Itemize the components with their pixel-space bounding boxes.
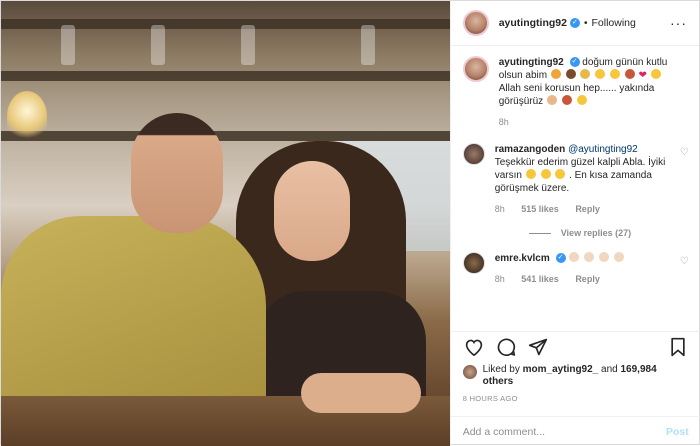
instagram-post: ayutingting92 ✓ • Following ayutingting9…: [0, 0, 700, 446]
more-icon[interactable]: ···: [670, 15, 687, 31]
verified-icon: ✓: [569, 57, 580, 68]
comment-time[interactable]: 8h: [495, 204, 505, 214]
photo-lamp: [7, 91, 47, 141]
view-replies[interactable]: View replies (27): [528, 228, 689, 238]
caption-avatar[interactable]: [462, 56, 489, 82]
person-emoji-icon: [561, 95, 572, 105]
smile-emoji-icon: [595, 69, 606, 79]
smile-emoji-icon: [525, 169, 536, 179]
heart-icon[interactable]: [463, 336, 485, 358]
photo-hands: [301, 373, 421, 413]
photo-glass: [361, 25, 375, 65]
view-replies-label[interactable]: View replies (27): [561, 228, 631, 238]
photo-shelf: [1, 71, 450, 81]
commenter-avatar[interactable]: [462, 252, 485, 274]
pray-emoji-icon: [546, 95, 557, 105]
photo-man-body: [1, 216, 266, 406]
smile-emoji-icon: [650, 69, 661, 79]
clap-emoji-icon: [584, 252, 595, 262]
liker-avatar[interactable]: [462, 365, 477, 379]
comment-mention[interactable]: @ayutingting92: [568, 144, 638, 155]
caption-time[interactable]: 8h: [499, 117, 509, 127]
share-icon[interactable]: [527, 336, 549, 358]
bookmark-icon[interactable]: [667, 336, 689, 358]
cake-emoji-icon: [580, 69, 591, 79]
photo-glass: [61, 25, 75, 65]
clap-emoji-icon: [613, 252, 624, 262]
comment-likes[interactable]: 515 likes: [521, 204, 559, 214]
comment-item: ramazangoden @ayutingting92 Teşekkür ede…: [462, 143, 689, 216]
photo-woman-face: [274, 161, 350, 261]
author-avatar[interactable]: [462, 10, 489, 36]
post-time-ago[interactable]: 8 HOURS AGO: [463, 394, 689, 403]
verified-icon: ✓: [555, 253, 566, 264]
comment-username[interactable]: emre.kvlcm: [495, 253, 550, 264]
photo-man-head: [131, 113, 223, 233]
smile-emoji-icon: [555, 169, 566, 179]
liked-by-label: Liked by: [482, 364, 520, 375]
post-actions: Liked by mom_ayting92_ and 169,984 other…: [450, 331, 700, 403]
party-emoji-icon: [565, 69, 576, 79]
clap-emoji-icon: [569, 252, 580, 262]
liked-by: Liked by mom_ayting92_ and 169,984 other…: [462, 364, 689, 388]
post-photo[interactable]: [1, 1, 450, 446]
view-replies-line: [528, 232, 551, 234]
following-button[interactable]: Following: [592, 17, 636, 29]
photo-glass: [151, 25, 165, 65]
post-button[interactable]: Post: [666, 426, 689, 438]
smile-emoji-icon: [540, 169, 551, 179]
comment-input[interactable]: [462, 425, 666, 438]
comment-username[interactable]: ramazangoden: [495, 144, 566, 155]
comment-likes[interactable]: 541 likes: [521, 274, 559, 284]
comment-item: emre.kvlcm ✓ 8h 541 likes Reply ♡: [462, 252, 689, 286]
comment-icon[interactable]: [495, 336, 517, 358]
post-header: ayutingting92 ✓ • Following: [450, 1, 699, 46]
caption: ayutingting92 ✓ doğum günün kutlu olsun …: [462, 56, 689, 129]
comment-heart-icon[interactable]: ♡: [680, 147, 689, 158]
comments-list[interactable]: ayutingting92 ✓ doğum günün kutlu olsun …: [451, 56, 700, 321]
add-comment-bar: Post: [450, 416, 700, 446]
liked-and: and: [601, 364, 618, 375]
caption-text-2: Allah seni korusun hep...... yakında gör…: [498, 83, 655, 107]
comment-heart-icon[interactable]: ♡: [680, 256, 689, 267]
action-icons: [463, 334, 689, 360]
post-sidebar: ayutingting92 ✓ • Following ayutingting9…: [449, 1, 700, 446]
gift-emoji-icon: [550, 69, 561, 79]
reply-button[interactable]: Reply: [575, 274, 600, 284]
caption-username[interactable]: ayutingting92: [499, 57, 564, 68]
clap-emoji-icon: [598, 252, 609, 262]
smile-emoji-icon: [609, 69, 620, 79]
photo-glass: [241, 25, 255, 65]
heart-emoji-icon: ❤: [638, 70, 647, 81]
photo-shelf: [1, 131, 450, 141]
person-emoji-icon: [624, 69, 635, 79]
author-username[interactable]: ayutingting92: [499, 17, 567, 29]
liker-username[interactable]: mom_ayting92_: [523, 364, 599, 375]
commenter-avatar[interactable]: [462, 143, 485, 165]
header-separator: •: [583, 17, 588, 29]
verified-icon: ✓: [569, 18, 580, 28]
smile-emoji-icon: [576, 95, 587, 105]
comment-time[interactable]: 8h: [495, 274, 505, 284]
reply-button[interactable]: Reply: [575, 204, 600, 214]
